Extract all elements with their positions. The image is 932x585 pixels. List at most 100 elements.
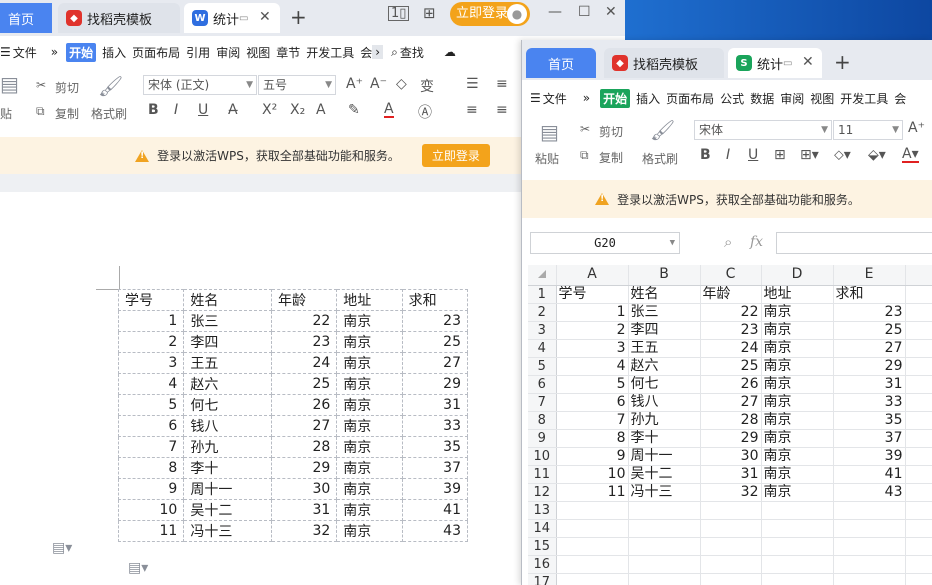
sheet-cell[interactable]: 南京 [761,375,834,394]
sheet-cell[interactable] [556,501,629,520]
sheet-cell[interactable]: 赵六 [628,357,701,376]
fill-pattern-icon[interactable]: ⬦▾ [834,147,851,163]
sheet-cell[interactable]: 25 [833,321,906,340]
sheet-cell[interactable]: 南京 [761,429,834,448]
font-family-select[interactable]: 宋体 ▼ [694,120,832,140]
sheet-cell[interactable] [556,519,629,538]
sheet-cell[interactable] [905,429,932,448]
table-cell[interactable]: 24 [270,352,338,374]
row-header[interactable]: 2 [528,303,557,322]
table-cell[interactable]: 南京 [336,331,403,353]
sheet-cell[interactable]: 31 [833,375,906,394]
sheet-cell[interactable]: 地址 [761,285,834,304]
merge-icon[interactable]: ⊞▾ [800,147,819,163]
table-cell[interactable]: 31 [401,394,469,416]
sheet-cell[interactable] [628,537,701,556]
menu-chapter[interactable]: 章节 [276,44,300,61]
sheet-cell[interactable] [905,501,932,520]
menu-data[interactable]: 数据 [750,90,774,107]
row-header[interactable]: 1 [528,285,557,304]
italic-icon[interactable]: I [726,147,730,163]
table-cell[interactable]: 9 [117,478,185,500]
table-cell[interactable]: 孙九 [183,436,272,458]
table-cell[interactable]: 南京 [336,499,403,521]
select-all-corner[interactable] [528,265,557,286]
row-header[interactable]: 10 [528,447,557,466]
menu-start[interactable]: 开始 [600,88,631,108]
table-cell[interactable]: 吴十二 [183,499,272,521]
sheet-cell[interactable]: 7 [556,411,629,430]
font-family-select[interactable]: 宋体 (正文) ▼ [143,75,257,95]
new-tab-icon[interactable]: + [834,50,851,74]
table-cell[interactable]: 2 [117,331,185,353]
sheet-cell[interactable] [761,537,834,556]
highlight-icon[interactable]: ✎ [348,102,360,118]
sheet-cell[interactable]: 年龄 [700,285,762,304]
table-cell[interactable]: 27 [270,415,338,437]
sheet-cell[interactable] [833,555,906,574]
sheet-cell[interactable]: 求和 [833,285,906,304]
column-header[interactable]: C [700,265,762,286]
hamburger-icon[interactable]: ☰ [530,91,541,105]
row-header[interactable]: 5 [528,357,557,376]
sheet-cell[interactable]: 南京 [761,303,834,322]
menu-review[interactable]: 审阅 [216,44,240,61]
fill-color-icon[interactable]: ⬙▾ [868,147,886,163]
menu-file[interactable]: 文件 [543,90,567,107]
phonetic-icon[interactable]: 变 [420,76,434,96]
fx-label[interactable]: fx [750,234,763,250]
table-cell[interactable]: 30 [270,478,338,500]
table-header-cell[interactable]: 求和 [401,289,469,311]
menu-insert[interactable]: 插入 [102,44,126,61]
sheet-cell[interactable]: 南京 [761,483,834,502]
table-cell[interactable]: 南京 [336,457,403,479]
sheet-cell[interactable]: 23 [833,303,906,322]
grow-font-icon[interactable]: A⁺ [908,120,925,136]
table-cell[interactable]: 南京 [336,478,403,500]
table-cell[interactable]: 李四 [183,331,272,353]
formula-input[interactable] [776,232,932,254]
sheet-cell[interactable]: 冯十三 [628,483,701,502]
column-header[interactable] [905,265,932,286]
table-header-cell[interactable]: 年龄 [270,289,338,311]
sheet-cell[interactable] [905,555,932,574]
table-cell[interactable]: 35 [401,436,469,458]
sheet-cell[interactable]: 9 [556,447,629,466]
sheet-cell[interactable]: 22 [700,303,762,322]
table-cell[interactable]: 南京 [336,352,403,374]
table-cell[interactable]: 33 [401,415,469,437]
menu-more[interactable]: 会 [894,90,906,107]
sheet-cell[interactable] [905,339,932,358]
table-cell[interactable]: 31 [270,499,338,521]
table-cell[interactable]: 25 [401,331,469,353]
sheet-cell[interactable]: 30 [700,447,762,466]
sheet-cell[interactable]: 35 [833,411,906,430]
sheet-cell[interactable]: 4 [556,357,629,376]
sheet-cell[interactable]: 11 [556,483,629,502]
name-box[interactable]: G20 ▼ [530,232,680,254]
table-cell[interactable]: 李十 [183,457,272,479]
login-button[interactable]: 立即登录 ● [450,2,530,26]
more-chevron-icon[interactable]: » [51,45,58,59]
sheet-cell[interactable] [905,465,932,484]
menu-review[interactable]: 审阅 [780,90,804,107]
sheet-cell[interactable] [833,501,906,520]
sheet-cell[interactable] [905,303,932,322]
table-header-cell[interactable]: 地址 [336,289,403,311]
format-painter-button[interactable]: 格式刷 [642,150,678,167]
table-cell[interactable]: 王五 [183,352,272,374]
sheet-cell[interactable]: 24 [700,339,762,358]
table-cell[interactable]: 钱八 [183,415,272,437]
table-cell[interactable]: 41 [401,499,469,521]
paste-icon[interactable]: ▤ [0,72,19,96]
row-header[interactable]: 17 [528,573,557,585]
sheet-cell[interactable] [905,573,932,585]
tab-document-stats[interactable]: W 统计 ▭ ✕ [184,3,280,33]
table-cell[interactable]: 29 [401,373,469,395]
sheet-cell[interactable]: 39 [833,447,906,466]
table-cell[interactable]: 6 [117,415,185,437]
subscript-icon[interactable]: X₂ [290,102,305,118]
row-header[interactable]: 6 [528,375,557,394]
strikethrough-icon[interactable]: A̶ [228,102,238,118]
sheet-cell[interactable]: 32 [700,483,762,502]
